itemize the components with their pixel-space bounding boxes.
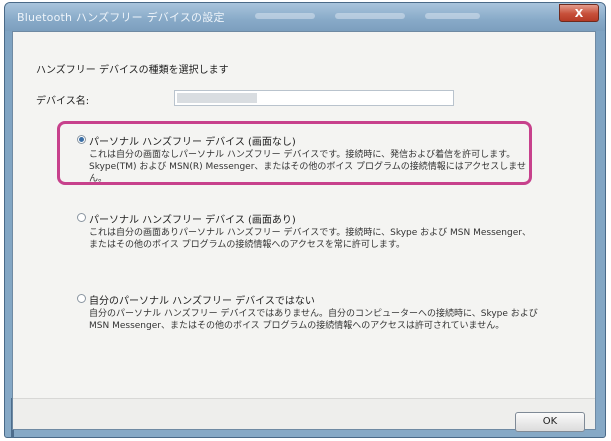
option-personal-no-screen-label: パーソナル ハンズフリー デバイス (画面なし)	[89, 137, 296, 148]
option-personal-with-screen-label: パーソナル ハンズフリー デバイス (画面あり)	[89, 215, 296, 226]
window-title: Bluetooth ハンズフリー デバイスの設定	[17, 11, 225, 24]
button-bar	[13, 398, 595, 429]
radio-personal-with-screen[interactable]	[77, 213, 86, 222]
option-not-my-device-description: 自分のパーソナル ハンズフリー デバイスではありません。自分のコンピューターへの…	[89, 309, 538, 331]
title-bar-blur	[335, 13, 405, 19]
close-button[interactable]: X	[559, 4, 599, 22]
radio-not-my-device[interactable]	[77, 294, 86, 303]
instruction-text: ハンズフリー デバイスの種類を選択します	[36, 65, 229, 76]
device-name-input[interactable]	[174, 90, 454, 106]
device-name-value	[177, 93, 257, 103]
title-bar-blur	[255, 13, 315, 19]
option-personal-no-screen-description: これは自分の画面なしパーソナル ハンズフリー デバイスです。接続時に、発信および…	[89, 150, 527, 184]
radio-personal-no-screen[interactable]	[77, 135, 86, 144]
title-bar-blur	[425, 13, 480, 19]
ok-button[interactable]: OK	[515, 412, 585, 432]
option-personal-with-screen-description: これは自分の画面ありパーソナル ハンズフリー デバイスです。接続時に、Skype…	[89, 228, 531, 250]
title-bar[interactable]: Bluetooth ハンズフリー デバイスの設定 X	[5, 3, 605, 31]
device-name-label: デバイス名:	[36, 96, 90, 107]
option-not-my-device-label: 自分のパーソナル ハンズフリー デバイスではない	[89, 296, 315, 307]
